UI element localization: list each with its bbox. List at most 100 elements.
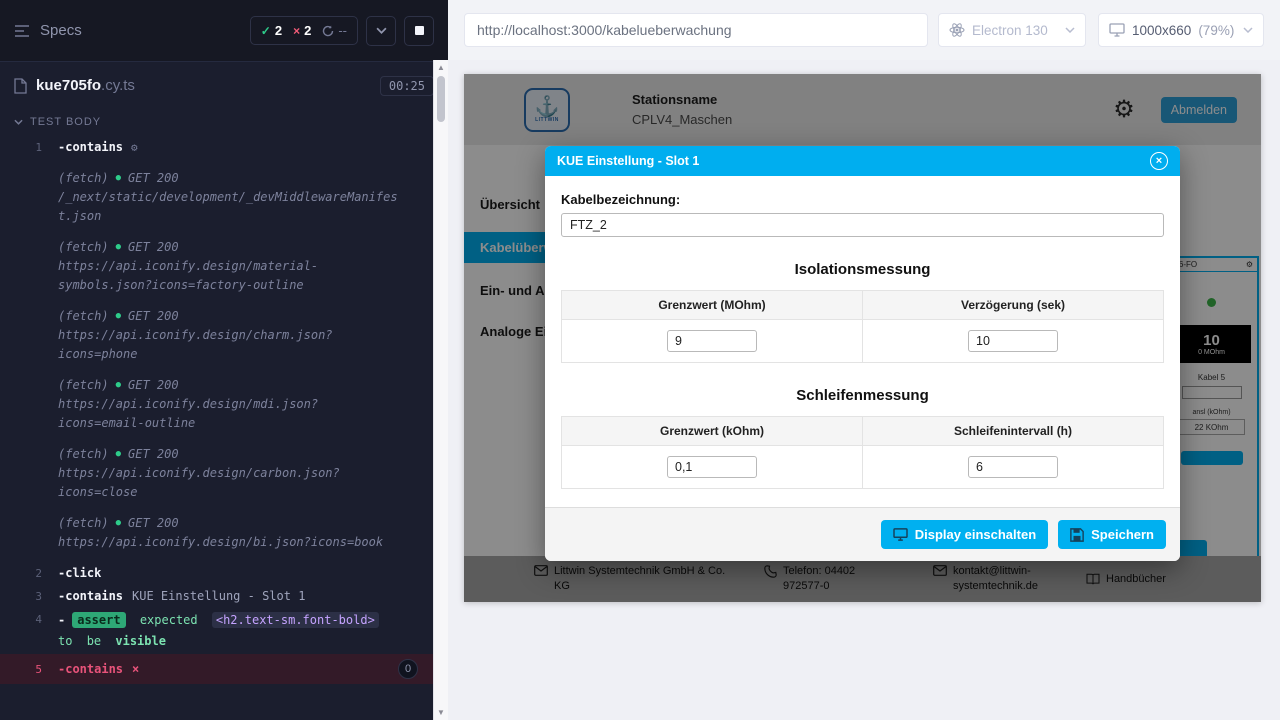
loop-section-title: Schleifenmessung	[561, 387, 1164, 404]
fetch-tag: (fetch)	[58, 514, 109, 533]
network-log-row[interactable]: (fetch) ● GET 200 https://api.iconify.de…	[0, 374, 448, 435]
loop-limit-input[interactable]	[667, 456, 757, 478]
line-number: 2	[0, 564, 58, 583]
viewport-dimensions: 1000x660	[1132, 23, 1191, 38]
stop-icon	[415, 26, 424, 35]
specs-menu-icon[interactable]	[14, 24, 30, 38]
scrollbar-thumb[interactable]	[437, 76, 445, 122]
command-row-assert[interactable]: 4 -assert expected <h2.text-sm.font-bold…	[0, 608, 448, 654]
isolation-limit-input[interactable]	[667, 330, 757, 352]
fail-x-icon: ×	[132, 660, 139, 679]
command-row-failed[interactable]: 5 -contains × 0	[0, 654, 448, 684]
close-icon[interactable]: ×	[1150, 152, 1168, 170]
test-stats[interactable]: ✓ 2 × 2 --	[250, 16, 358, 45]
line-number: 4	[0, 610, 58, 652]
loop-table: Grenzwert (kOhm) Schleifenintervall (h)	[561, 416, 1164, 489]
specs-label: Specs	[40, 22, 82, 39]
fail-x-icon: ×	[293, 24, 300, 38]
assert-badge: assert	[72, 612, 125, 628]
command-row-contains-2[interactable]: 3 -containsKUE Einstellung - Slot 1	[0, 585, 448, 608]
scroll-down-icon[interactable]: ▼	[434, 708, 448, 717]
pending-count: --	[338, 23, 347, 38]
isolation-table: Grenzwert (MOhm) Verzögerung (sek)	[561, 290, 1164, 363]
spec-title-row[interactable]: kue705fo.cy.ts 00:25	[0, 62, 448, 110]
chevron-down-icon	[376, 27, 387, 34]
spec-timer: 00:25	[380, 76, 434, 96]
save-button[interactable]: Speichern	[1058, 520, 1166, 549]
browser-selector[interactable]: Electron 130	[938, 13, 1086, 47]
fetch-tag: (fetch)	[58, 376, 109, 395]
check-icon: ✓	[261, 24, 271, 38]
url-input[interactable]	[464, 13, 928, 47]
fetch-tag: (fetch)	[58, 307, 109, 326]
command-row-contains-1[interactable]: 1 -contains⚙	[0, 136, 448, 159]
status-dot-icon: ●	[116, 514, 121, 533]
electron-icon	[949, 22, 965, 38]
viewport-selector[interactable]: 1000x660 (79%)	[1098, 13, 1264, 47]
status-dot-icon: ●	[116, 307, 121, 326]
modal-body: Kabelbezeichnung: Isolationsmessung Gren…	[545, 176, 1180, 489]
fetch-url: https://api.iconify.design/bi.json?icons…	[58, 533, 403, 552]
fetch-url: https://api.iconify.design/material-symb…	[58, 257, 403, 295]
status-dot-icon: ●	[116, 445, 121, 464]
cypress-reporter: Specs ✓ 2 × 2 --	[0, 0, 448, 720]
fetch-status: GET 200	[128, 445, 179, 464]
network-log-row[interactable]: (fetch) ● GET 200 https://api.iconify.de…	[0, 236, 448, 297]
gear-icon: ⚙	[131, 141, 138, 154]
viewport-zoom: (79%)	[1198, 23, 1234, 38]
cable-name-input[interactable]	[561, 213, 1164, 237]
assert-selector: <h2.text-sm.font-bold>	[212, 612, 379, 628]
modal-footer: Display einschalten Speichern	[545, 507, 1180, 561]
pending-stat: --	[322, 23, 347, 38]
fetch-url: https://api.iconify.design/carbon.json?i…	[58, 464, 403, 502]
stop-button[interactable]	[404, 16, 434, 46]
spec-name: kue705fo	[36, 77, 101, 94]
scroll-up-icon[interactable]: ▲	[434, 63, 448, 72]
fetch-url: https://api.iconify.design/charm.json?ic…	[58, 326, 403, 364]
status-dot-icon: ●	[116, 238, 121, 257]
loop-interval-input[interactable]	[968, 456, 1058, 478]
chevron-down-icon	[14, 119, 23, 125]
fetch-tag: (fetch)	[58, 445, 109, 464]
command-method: -click	[58, 566, 101, 580]
fetch-url: https://api.iconify.design/mdi.json?icon…	[58, 395, 403, 433]
screen: Specs ✓ 2 × 2 --	[0, 0, 1280, 720]
network-log-row[interactable]: (fetch) ● GET 200 https://api.iconify.de…	[0, 305, 448, 366]
aut-region: Electron 130 1000x660 (79%) ⚓	[448, 0, 1280, 720]
command-method: -contains	[58, 140, 123, 154]
command-log: 1 -contains⚙ (fetch) ● GET 200 /_next/st…	[0, 136, 448, 690]
fetch-tag: (fetch)	[58, 238, 109, 257]
line-number: 3	[0, 587, 58, 606]
modal-title-bar: KUE Einstellung - Slot 1 ×	[545, 146, 1180, 176]
fetch-tag: (fetch)	[58, 169, 109, 188]
command-method: -contains	[58, 589, 123, 603]
network-log-row[interactable]: (fetch) ● GET 200 https://api.iconify.de…	[0, 512, 448, 554]
fetch-status: GET 200	[128, 169, 179, 188]
network-log-row[interactable]: (fetch) ● GET 200 https://api.iconify.de…	[0, 443, 448, 504]
status-dot-icon: ●	[116, 376, 121, 395]
loop-col-interval: Schleifenintervall (h)	[863, 417, 1164, 446]
spec-file-icon	[14, 78, 27, 94]
passed-count: 2	[275, 23, 282, 38]
fetch-status: GET 200	[128, 514, 179, 533]
refresh-icon	[322, 25, 334, 37]
network-log-row[interactable]: (fetch) ● GET 200 /_next/static/developm…	[0, 167, 448, 228]
modal-title: KUE Einstellung - Slot 1	[557, 154, 699, 168]
kue-settings-modal: KUE Einstellung - Slot 1 × Kabelbezeichn…	[545, 146, 1180, 561]
command-row-click[interactable]: 2 -click	[0, 562, 448, 585]
display-on-button[interactable]: Display einschalten	[881, 520, 1048, 549]
failed-count: 2	[304, 23, 311, 38]
children-count-badge: 0	[398, 659, 418, 679]
command-method: -contains	[58, 660, 123, 679]
reporter-scrollbar[interactable]: ▲ ▼	[433, 60, 448, 720]
app-viewport: ⚓ LITTWIN Stationsname CPLV4_Maschen ⚙ A…	[464, 74, 1261, 602]
browser-name: Electron 130	[972, 23, 1048, 38]
fetch-status: GET 200	[128, 307, 179, 326]
line-number: 5	[0, 660, 58, 679]
collapse-chevron-button[interactable]	[366, 16, 396, 46]
isolation-delay-input[interactable]	[968, 330, 1058, 352]
viewport-monitor-icon	[1109, 23, 1125, 37]
cable-name-label: Kabelbezeichnung:	[561, 192, 1164, 207]
fetch-status: GET 200	[128, 376, 179, 395]
test-body-toggle[interactable]: TEST BODY	[0, 110, 448, 136]
